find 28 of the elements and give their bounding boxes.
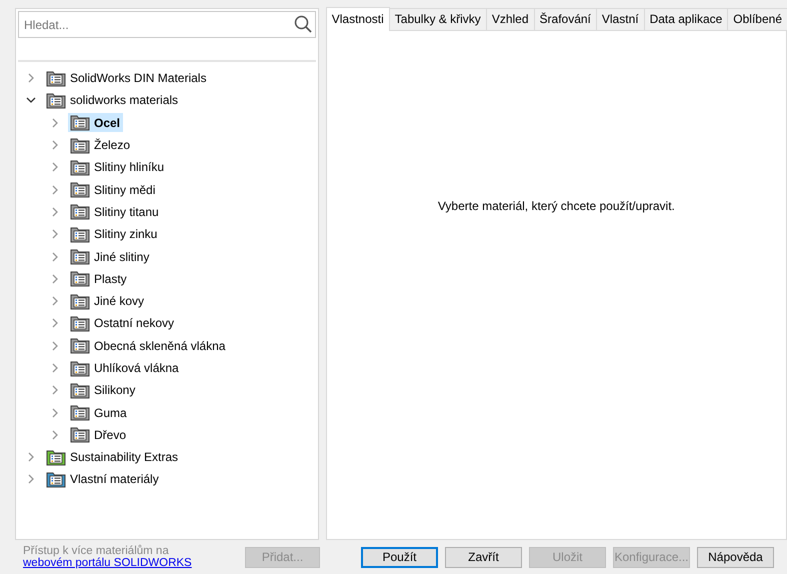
tab[interactable]: Vlastnosti [326,7,390,31]
tree-item[interactable]: Slitiny titanu [68,202,162,222]
dialog-button[interactable]: Použít [361,546,438,568]
tree-item[interactable]: Ostatní nekovy [68,314,178,333]
empty-message: Vyberte materiál, který chcete použít/upravit. [438,199,675,215]
tree-item[interactable]: Jiné kovy [68,292,148,311]
tree-item[interactable]: Ocel [68,113,124,132]
tree-item[interactable]: Plasty [68,269,130,288]
tree-item[interactable]: Guma [68,403,130,422]
tree-item[interactable]: Jiné slitiny [68,247,152,266]
dialog-button[interactable]: Zavřít [445,546,522,568]
tree-item[interactable]: Dřevo [68,425,130,444]
tree-item[interactable]: Železo [68,136,134,155]
dialog-button[interactable]: Nápověda [697,546,774,568]
tree-item[interactable]: Slitiny mědi [68,180,158,200]
tree-item[interactable]: Sustainability Extras [44,448,182,467]
tree-item[interactable]: SolidWorks DIN Materials [44,68,210,88]
tree-item[interactable]: Uhlíková vlákna [68,358,182,378]
search-field[interactable]: Hledat... [18,11,316,38]
tree-item[interactable]: Slitiny hliníku [68,158,168,177]
tree-item[interactable]: Vlastní materiály [44,470,162,489]
search-icon [294,15,312,33]
info-text: Přístup k více materiálům na [23,545,170,557]
tree-item[interactable]: solidworks materials [44,90,182,110]
portal-link[interactable]: webovém portálu SOLIDWORKS [23,557,192,569]
tree-item[interactable]: Silikony [68,380,138,400]
tree-item[interactable]: Obecná skleněná vlákna [68,336,228,356]
tree-item[interactable]: Slitiny zinku [68,224,160,244]
